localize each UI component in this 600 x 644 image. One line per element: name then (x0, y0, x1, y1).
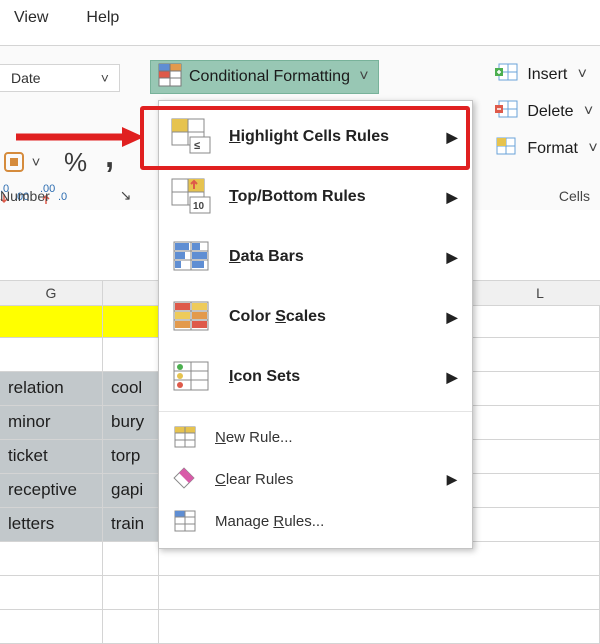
cell[interactable] (103, 542, 159, 575)
cell[interactable]: bury (103, 406, 159, 439)
submenu-arrow-icon: ▶ (446, 129, 458, 146)
delete-icon (495, 99, 519, 124)
cell[interactable] (103, 576, 159, 609)
tab-help[interactable]: Help (86, 9, 119, 27)
cell[interactable]: torp (103, 440, 159, 473)
submenu-arrow-icon: ▶ (446, 369, 458, 386)
percent-icon: % (64, 147, 87, 178)
cell[interactable] (103, 338, 159, 371)
conditional-formatting-button[interactable]: Conditional Formatting ˅ (150, 60, 379, 94)
menu-label: Highlight Cells Rules (229, 128, 428, 146)
comma-icon: , (105, 151, 114, 161)
cell[interactable] (0, 610, 103, 643)
new-rule-icon (173, 425, 197, 449)
insert-icon (495, 62, 519, 87)
svg-text:10: 10 (193, 201, 205, 212)
cell[interactable] (103, 610, 159, 643)
menu-label: Icon Sets (229, 368, 428, 386)
svg-text:≤: ≤ (194, 140, 200, 152)
ribbon-group-cells: Cells (559, 188, 590, 204)
chevron-down-icon: ˅ (358, 61, 370, 93)
callout-arrow-icon (16, 125, 146, 149)
cell[interactable]: minor (0, 406, 103, 439)
format-label: Format (527, 140, 578, 158)
conditional-formatting-label: Conditional Formatting (189, 68, 350, 86)
menu-label: Color Scales (229, 308, 428, 326)
submenu-arrow-icon: ▶ (446, 309, 458, 326)
comma-style-button[interactable]: , (101, 147, 118, 177)
column-header-g[interactable]: G (0, 281, 103, 305)
accounting-format-button[interactable]: ˅ (0, 147, 50, 177)
menu-label: Manage Rules... (215, 513, 458, 530)
cell[interactable] (159, 576, 600, 609)
menu-manage-rules[interactable]: Manage Rules... (159, 500, 472, 542)
column-header-h[interactable] (103, 281, 159, 305)
number-format-selector[interactable]: Date ˅ (0, 64, 120, 92)
cell[interactable]: relation (0, 372, 103, 405)
icon-sets-icon (173, 358, 211, 396)
chevron-down-icon: ˅ (41, 65, 119, 91)
cell[interactable] (0, 542, 103, 575)
cell[interactable] (0, 338, 103, 371)
menu-label: New Rule... (215, 429, 458, 446)
cell[interactable] (159, 610, 600, 643)
percent-button[interactable]: % (60, 147, 91, 177)
tab-view[interactable]: View (14, 9, 48, 27)
color-scales-icon (173, 298, 211, 336)
ribbon-group-number: Number (0, 188, 50, 204)
chevron-down-icon: ˅ (586, 140, 600, 158)
menu-label: Top/Bottom Rules (229, 188, 428, 206)
menu-label: Clear Rules (215, 471, 428, 488)
cell[interactable] (0, 306, 103, 337)
cell[interactable] (0, 576, 103, 609)
cell[interactable]: train (103, 508, 159, 541)
menu-highlight-cells-rules[interactable]: ≤ Highlight Cells Rules ▶ (159, 107, 472, 167)
table-row[interactable] (0, 610, 600, 644)
menu-label: Data Bars (229, 248, 428, 266)
format-cells-button[interactable]: Format ˅ (495, 134, 600, 163)
chevron-down-icon: ˅ (575, 66, 589, 84)
cell[interactable] (103, 306, 159, 337)
submenu-arrow-icon: ▶ (446, 189, 458, 206)
menu-top-bottom-rules[interactable]: 10 Top/Bottom Rules ▶ (159, 167, 472, 227)
data-bars-icon (173, 238, 211, 276)
delete-label: Delete (527, 103, 573, 121)
column-header-l[interactable]: L (480, 281, 600, 305)
cell[interactable]: cool (103, 372, 159, 405)
menu-color-scales[interactable]: Color Scales ▶ (159, 287, 472, 347)
submenu-arrow-icon: ▶ (446, 471, 458, 488)
insert-label: Insert (527, 66, 567, 84)
format-icon (495, 136, 519, 161)
cell[interactable]: gapi (103, 474, 159, 507)
menu-data-bars[interactable]: Data Bars ▶ (159, 227, 472, 287)
cell[interactable]: letters (0, 508, 103, 541)
conditional-formatting-icon (159, 64, 181, 91)
menu-clear-rules[interactable]: Clear Rules ▶ (159, 458, 472, 500)
accounting-icon (4, 152, 24, 172)
table-row[interactable] (0, 576, 600, 610)
dialog-launcher-icon[interactable]: ↘ (120, 187, 132, 204)
insert-cells-button[interactable]: Insert ˅ (495, 60, 600, 89)
manage-rules-icon (173, 509, 197, 533)
submenu-arrow-icon: ▶ (446, 249, 458, 266)
chevron-down-icon: ˅ (582, 103, 596, 121)
top-bottom-icon: 10 (173, 178, 211, 216)
number-format-label: Date (0, 70, 41, 86)
conditional-formatting-menu: ≤ Highlight Cells Rules ▶ 10 Top/Bottom … (158, 100, 473, 549)
menu-icon-sets[interactable]: Icon Sets ▶ (159, 347, 472, 407)
menu-new-rule[interactable]: New Rule... (159, 416, 472, 458)
cell[interactable]: receptive (0, 474, 103, 507)
cell[interactable]: ticket (0, 440, 103, 473)
chevron-down-icon: ˅ (26, 147, 46, 177)
delete-cells-button[interactable]: Delete ˅ (495, 97, 600, 126)
clear-rules-icon (173, 467, 197, 491)
highlight-cells-icon: ≤ (173, 118, 211, 156)
